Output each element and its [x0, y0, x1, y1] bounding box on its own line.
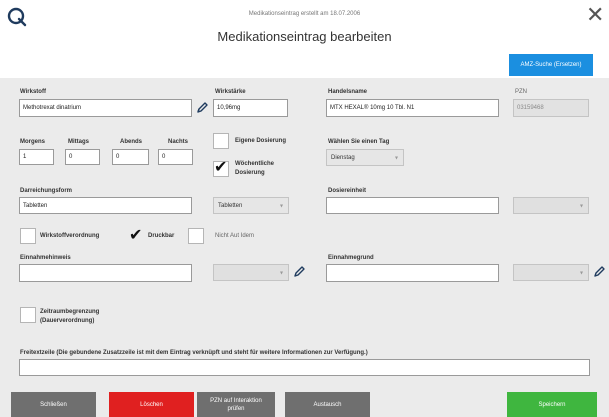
- checkmark-icon: ✔: [129, 225, 143, 244]
- pzn-interaktion-button[interactable]: PZN auf Interaktion prüfen: [197, 392, 275, 417]
- darreichungsform-select-value: Tabletten: [218, 202, 243, 209]
- app-logo-icon: [7, 7, 27, 27]
- pzn-field: 03159468: [513, 99, 589, 117]
- nicht-aut-idem-checkbox[interactable]: [188, 228, 204, 244]
- einnahmehinweis-select[interactable]: ▾: [213, 264, 289, 281]
- druckbar-label: Druckbar: [148, 233, 175, 239]
- wirkstoffverordnung-checkbox[interactable]: [20, 228, 36, 244]
- pencil-icon[interactable]: [293, 266, 305, 278]
- tag-select-value: Dienstag: [331, 154, 355, 161]
- einnahmegrund-input[interactable]: [326, 264, 499, 282]
- chevron-down-icon: ▾: [279, 270, 283, 276]
- pencil-icon[interactable]: [196, 102, 208, 114]
- zeitraumbegrenzung-label: Zeitraumbegrenzung: [40, 309, 100, 315]
- amz-search-button[interactable]: AMZ-Suche (Ersetzen): [509, 54, 593, 76]
- wirkstoff-label: Wirkstoff: [20, 89, 46, 95]
- abends-input[interactable]: 0: [112, 149, 149, 165]
- mittags-label: Mittags: [68, 139, 89, 145]
- pzn-interaktion-line2: prüfen: [227, 405, 245, 412]
- morgens-input[interactable]: 1: [19, 149, 54, 165]
- checkmark-icon: ✔: [214, 157, 228, 176]
- nicht-aut-idem-label: Nicht Aut Idem: [215, 233, 255, 239]
- speichern-button[interactable]: Speichern: [507, 392, 597, 417]
- eigene-dosierung-label: Eigene Dosierung: [235, 138, 287, 144]
- pzn-label: PZN: [515, 89, 527, 95]
- einnahmegrund-select[interactable]: ▾: [513, 264, 589, 281]
- chevron-down-icon: ▾: [394, 155, 398, 161]
- dosiereinheit-select[interactable]: ▾: [513, 197, 589, 214]
- chevron-down-icon: ▾: [579, 270, 583, 276]
- pencil-icon[interactable]: [593, 266, 605, 278]
- tag-label: Wählen Sie einen Tag: [328, 139, 390, 145]
- handelsname-input[interactable]: MTX HEXAL® 10mg 10 Tbl. N1: [326, 99, 499, 117]
- pzn-interaktion-line1: PZN auf Interaktion: [210, 397, 262, 404]
- chevron-down-icon: ▾: [279, 203, 283, 209]
- wirkstaerke-input[interactable]: 10,96mg: [213, 99, 288, 117]
- tag-select[interactable]: Dienstag ▾: [326, 149, 404, 166]
- einnahmehinweis-label: Einnahmehinweis: [20, 255, 71, 261]
- schliessen-button[interactable]: Schließen: [11, 392, 96, 417]
- loeschen-button[interactable]: Löschen: [109, 392, 194, 417]
- created-note: Medikationseintrag erstellt am 18.07.200…: [248, 11, 361, 17]
- wirkstoffverordnung-label: Wirkstoffverordnung: [40, 233, 100, 239]
- austausch-button[interactable]: Austausch: [285, 392, 370, 417]
- wirkstaerke-label: Wirkstärke: [215, 89, 246, 95]
- chevron-down-icon: ▾: [579, 203, 583, 209]
- handelsname-label: Handelsname: [328, 89, 368, 95]
- dosiereinheit-label: Dosiereinheit: [328, 188, 367, 194]
- nachts-label: Nachts: [168, 139, 189, 145]
- eigene-dosierung-checkbox[interactable]: [213, 133, 229, 149]
- abends-label: Abends: [120, 139, 143, 145]
- zeitraumbegrenzung-sublabel: (Dauerverordnung): [40, 318, 95, 324]
- zeitraumbegrenzung-checkbox[interactable]: [20, 307, 36, 323]
- woechentliche-dosierung-label: Wöchentliche Dosierung: [235, 161, 275, 176]
- darreichungsform-input[interactable]: Tabletten: [19, 197, 192, 214]
- einnahmegrund-label: Einnahmegrund: [328, 255, 374, 261]
- dialog-title: Medikationseintrag bearbeiten: [217, 29, 392, 44]
- wirkstoff-input[interactable]: Methotrexat dinatrium: [19, 99, 192, 117]
- einnahmehinweis-input[interactable]: [19, 264, 192, 282]
- darreichungsform-select[interactable]: Tabletten ▾: [213, 197, 289, 214]
- nachts-input[interactable]: 0: [158, 149, 193, 165]
- darreichungsform-label: Darreichungsform: [20, 188, 73, 194]
- freitext-label: Freitextzeile (Die gebundene Zusatzzeile…: [20, 350, 368, 356]
- close-icon[interactable]: ✕: [586, 5, 604, 27]
- dosiereinheit-input[interactable]: [326, 197, 499, 214]
- freitext-input[interactable]: [19, 359, 590, 376]
- morgens-label: Morgens: [20, 139, 46, 145]
- mittags-input[interactable]: 0: [65, 149, 100, 165]
